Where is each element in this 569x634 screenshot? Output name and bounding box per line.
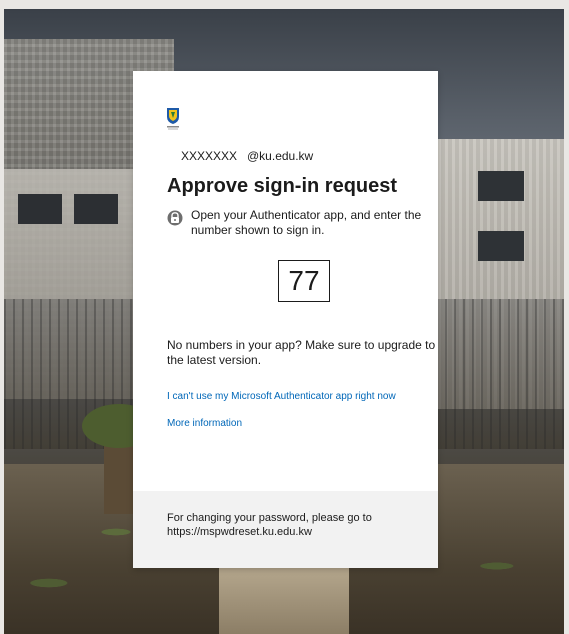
ku-logo-icon <box>166 107 180 131</box>
sign-in-card: XXXXXXX @ku.edu.kw Approve sign-in reques… <box>133 71 438 568</box>
user-domain: @ku.edu.kw <box>247 149 314 163</box>
background-palm-tree <box>82 404 156 514</box>
footer-line-1: For changing your password, please go to <box>167 512 372 524</box>
page-title: Approve sign-in request <box>167 175 398 197</box>
background-window <box>74 194 118 224</box>
card-footer: For changing your password, please go to… <box>133 491 438 568</box>
instruction-row: Open your Authenticator app, and enter t… <box>167 208 435 238</box>
user-identity: XXXXXXX @ku.edu.kw <box>181 149 313 163</box>
password-reset-note: For changing your password, please go to… <box>167 511 437 539</box>
upgrade-note: No numbers in your app? Make sure to upg… <box>167 338 436 367</box>
background-window <box>478 171 524 201</box>
instruction-text: Open your Authenticator app, and enter t… <box>191 208 422 237</box>
authenticator-lock-icon <box>167 209 183 227</box>
more-information-link[interactable]: More information <box>167 418 242 429</box>
sign-in-number: 77 <box>278 260 330 302</box>
background-window <box>478 231 524 261</box>
background-walkway <box>219 564 349 634</box>
background-window <box>18 194 62 224</box>
sign-in-card-body: XXXXXXX @ku.edu.kw Approve sign-in reques… <box>133 71 438 491</box>
footer-line-2: https://mspwdreset.ku.edu.kw <box>167 526 312 538</box>
cant-use-authenticator-link[interactable]: I can't use my Microsoft Authenticator a… <box>167 391 396 402</box>
username: XXXXXXX <box>181 149 238 163</box>
